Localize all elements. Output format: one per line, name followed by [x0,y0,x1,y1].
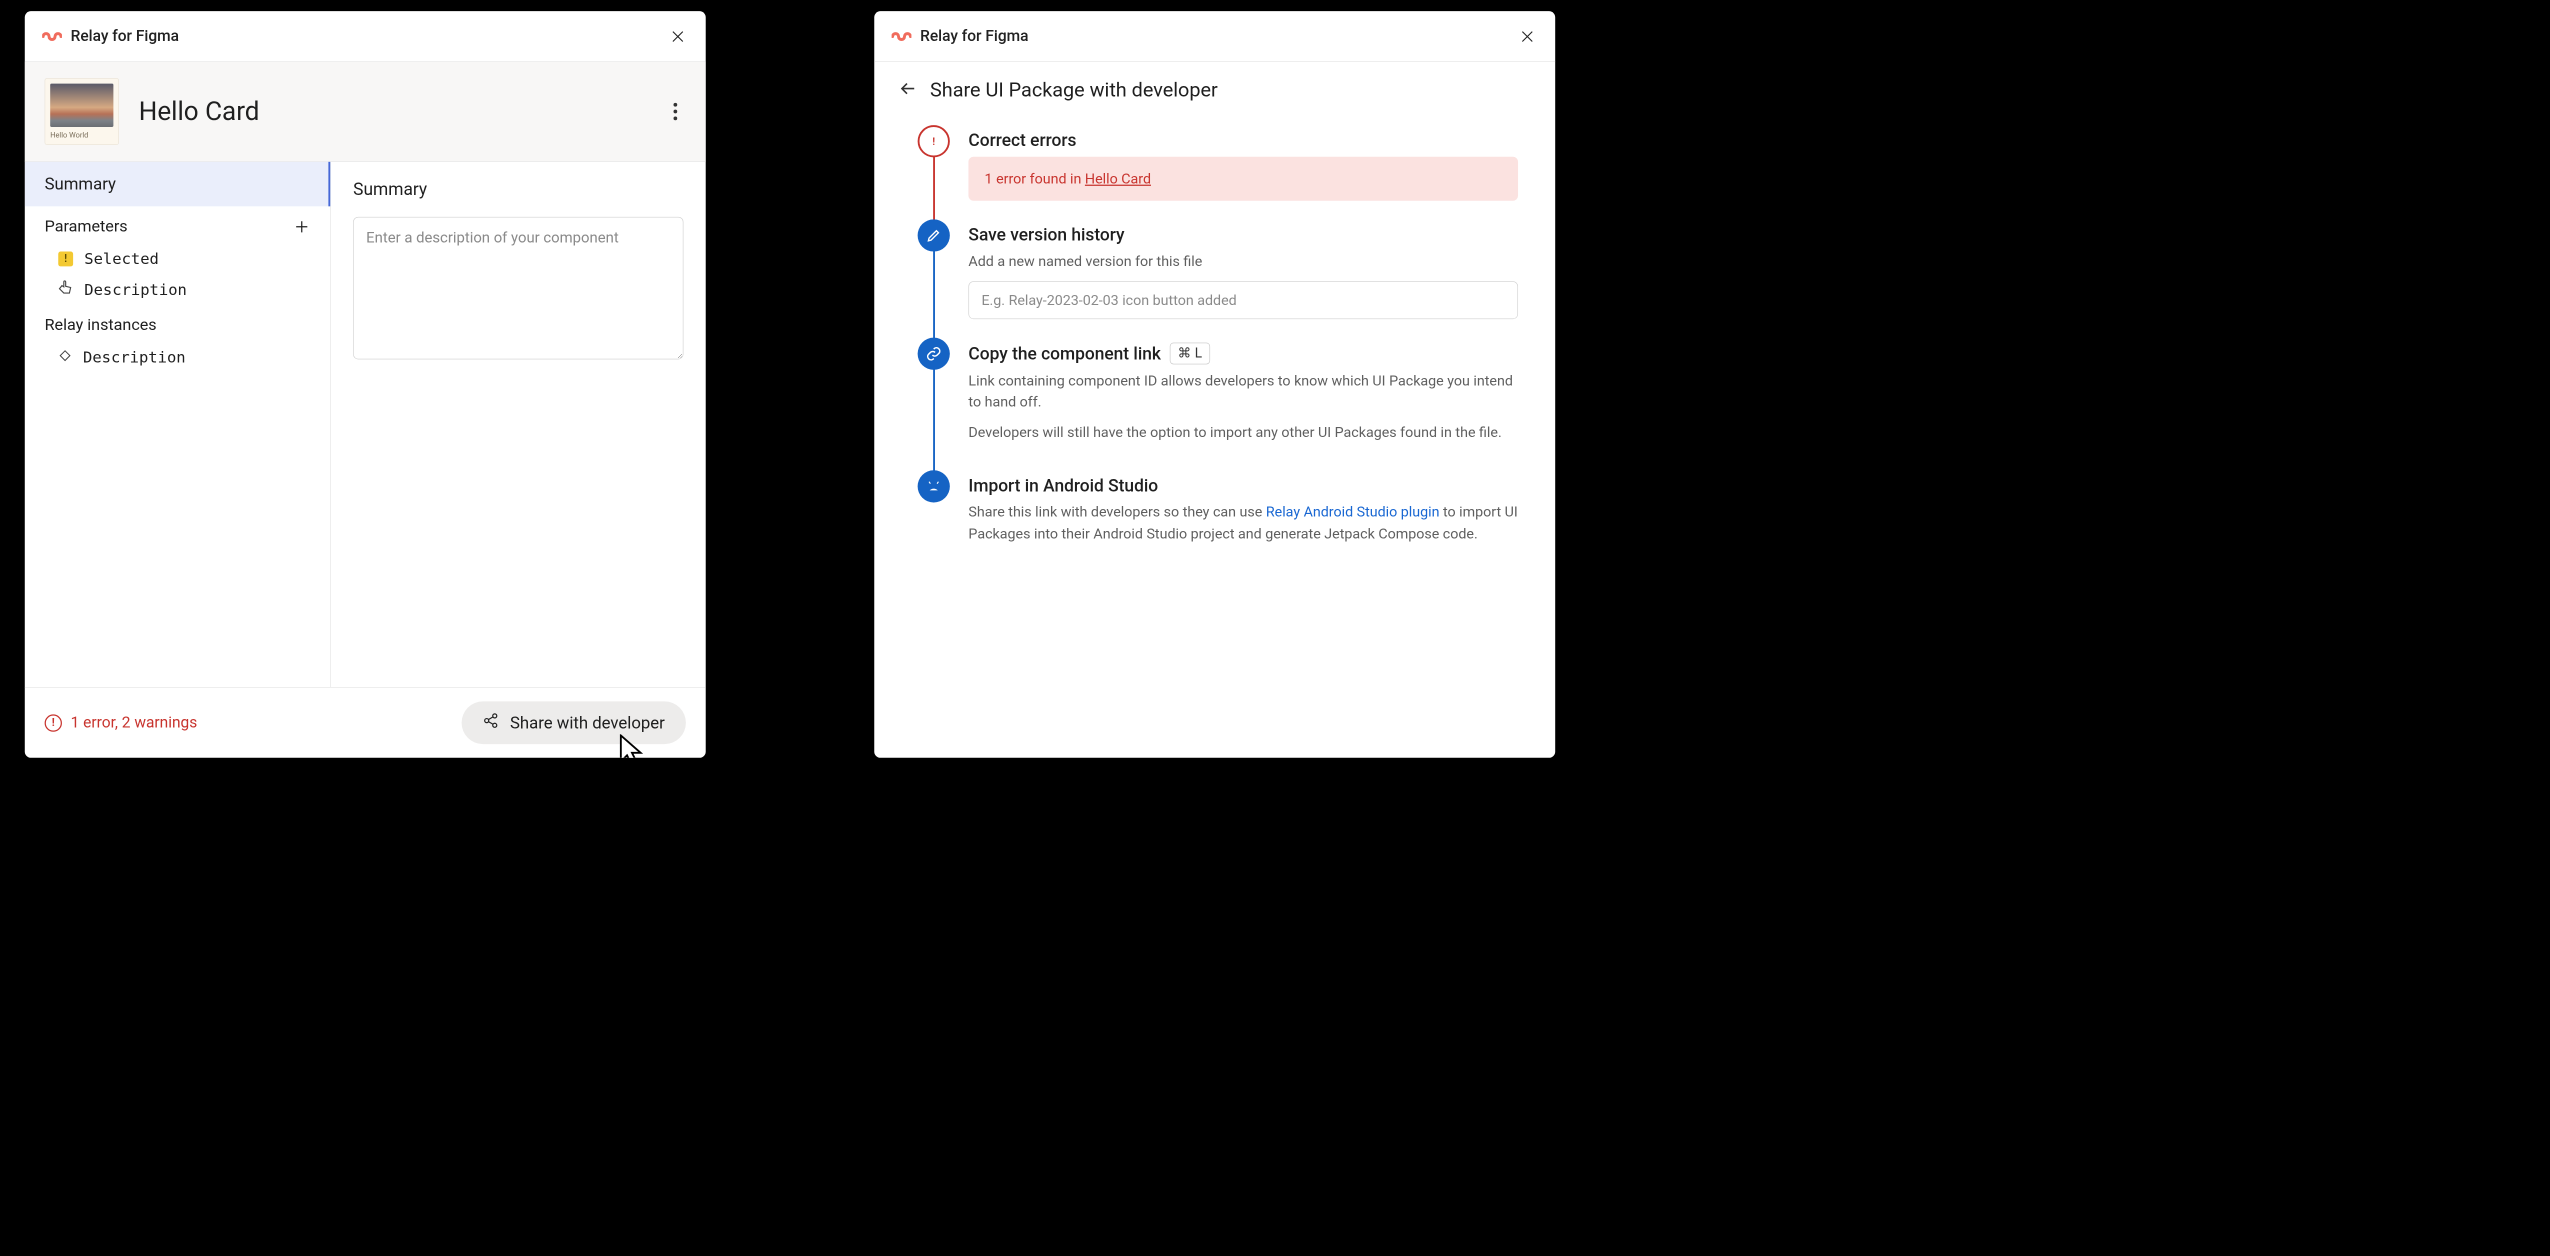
step-import-android: Import in Android Studio Share this link… [918,470,1518,572]
sidebar-heading-instances: Relay instances [25,305,330,342]
relay-logo-icon [892,29,912,44]
step-title: Import in Android Studio [968,475,1518,495]
error-status[interactable]: ! 1 error, 2 warnings [45,714,198,732]
description-textarea[interactable] [353,217,683,360]
close-button[interactable] [667,26,688,47]
relay-logo-icon [42,29,62,44]
share-page-title: Share UI Package with developer [930,78,1218,102]
android-studio-plugin-link[interactable]: Relay Android Studio plugin [1266,504,1440,521]
step-title: Save version history [968,224,1518,244]
more-menu-button[interactable] [665,103,686,120]
footer: ! 1 error, 2 warnings Share with develop… [25,687,706,758]
share-icon [483,713,499,733]
steps-list: ! Correct errors 1 error found in Hello … [874,118,1555,591]
parameter-description-label: Description [84,280,187,298]
step-description-2: Developers will still have the option to… [968,422,1518,443]
edit-step-icon [918,219,950,251]
keyboard-shortcut: ⌘ L [1170,342,1210,364]
step-copy-link: Copy the component link ⌘ L Link contain… [918,337,1518,470]
share-package-window: Relay for Figma Share UI Package with de… [874,11,1555,758]
step-save-version: Save version history Add a new named ver… [918,219,1518,337]
add-parameter-button[interactable] [293,218,310,235]
error-component-link[interactable]: Hello Card [1085,170,1151,187]
instance-description[interactable]: Description [25,342,330,372]
share-with-developer-button[interactable]: Share with developer [462,701,686,744]
error-status-text: 1 error, 2 warnings [71,714,198,732]
subheader: Share UI Package with developer [874,62,1555,118]
error-icon: ! [45,714,62,731]
close-button[interactable] [1517,26,1538,47]
parameter-selected-label: Selected [84,250,159,268]
error-panel[interactable]: 1 error found in Hello Card [968,157,1518,201]
sidebar-heading-parameters: Parameters [25,206,330,243]
diamond-icon [58,348,72,366]
cursor-icon [618,734,645,758]
step-title: Correct errors [968,130,1518,150]
import-text-prefix: Share this link with developers so they … [968,504,1265,521]
gesture-icon [58,280,73,299]
instances-heading-label: Relay instances [45,316,157,335]
link-step-icon [918,337,950,369]
relay-main-window: Relay for Figma Hello World Hello Card S… [25,11,706,758]
step-subtitle: Add a new named version for this file [968,251,1518,272]
back-button[interactable] [899,80,916,100]
share-button-label: Share with developer [510,713,665,733]
parameters-heading-label: Parameters [45,217,128,236]
parameter-selected[interactable]: ! Selected [25,244,330,274]
component-thumbnail: Hello World [45,78,119,145]
warning-badge-icon: ! [58,251,73,266]
parameter-description[interactable]: Description [25,274,330,305]
component-title: Hello Card [139,96,260,126]
step-correct-errors: ! Correct errors 1 error found in Hello … [918,125,1518,219]
app-title: Relay for Figma [71,27,179,45]
titlebar: Relay for Figma [874,11,1555,62]
step-description-1: Link containing component ID allows deve… [968,370,1518,413]
main-pane: Summary [331,162,706,687]
step-description: Share this link with developers so they … [968,502,1518,545]
main-title: Summary [353,179,683,199]
error-step-icon: ! [918,125,950,157]
sidebar: Summary Parameters ! Selected Descriptio… [25,162,331,687]
version-name-input[interactable] [968,281,1518,319]
sidebar-item-summary[interactable]: Summary [25,162,330,207]
error-panel-prefix: 1 error found in [985,170,1085,187]
instance-description-label: Description [83,348,186,366]
thumbnail-label: Hello World [50,131,113,140]
android-step-icon [918,470,950,502]
component-header: Hello World Hello Card [25,62,706,162]
app-title: Relay for Figma [920,27,1028,45]
step-title: Copy the component link [968,343,1161,363]
titlebar: Relay for Figma [25,11,706,62]
